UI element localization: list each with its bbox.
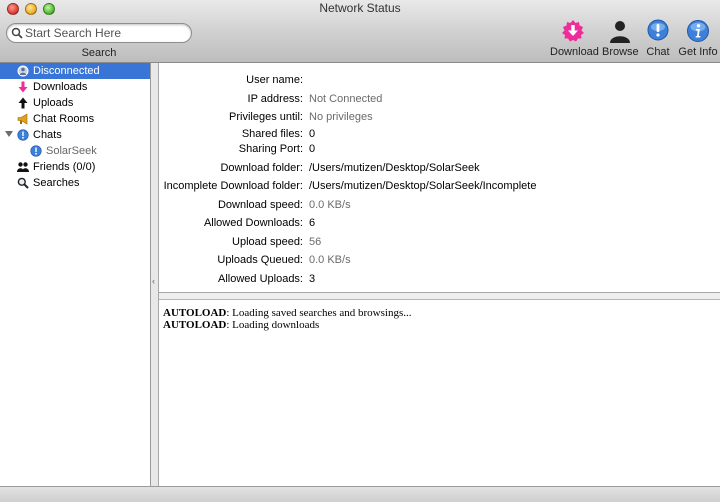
detail-label: Allowed Uploads: <box>218 273 303 285</box>
sidebar-item-friends[interactable]: Friends (0/0) <box>0 159 150 175</box>
sidebar-item-label: Downloads <box>33 81 88 93</box>
log-output: AUTOLOAD: Loading saved searches and bro… <box>159 300 720 486</box>
get-info-button-label: Get Info <box>678 46 718 58</box>
detail-row-download-folder: Download folder: /Users/mutizen/Desktop/… <box>159 162 720 176</box>
search-icon <box>11 27 23 39</box>
detail-value: 0 <box>309 128 316 140</box>
detail-label: Upload speed: <box>232 236 303 248</box>
detail-row-incomplete-folder: Incomplete Download folder: /Users/mutiz… <box>159 180 720 194</box>
detail-row-allowed-uploads: Allowed Uploads: 3 <box>159 273 720 287</box>
chat-bubble-icon <box>30 145 42 157</box>
detail-value: No privileges <box>309 111 373 123</box>
megaphone-icon <box>17 113 29 125</box>
detail-row-sharing-port: Sharing Port: 0 <box>159 143 720 157</box>
sidebar-item-label: SolarSeek <box>46 145 97 157</box>
sidebar-item-disconnected[interactable]: Disconnected <box>0 63 150 79</box>
download-icon <box>562 20 584 42</box>
log-line: AUTOLOAD: Loading downloads <box>163 319 716 331</box>
detail-row-privileges: Privileges until: No privileges <box>159 111 720 125</box>
info-icon <box>687 20 709 42</box>
detail-label: Download folder: <box>220 162 303 174</box>
window-toolbar: Network Status Search Download <box>0 0 720 63</box>
sidebar-item-downloads[interactable]: Downloads <box>0 79 150 95</box>
chat-icon <box>647 19 669 41</box>
sidebar-item-label: Searches <box>33 177 80 189</box>
sidebar-item-label: Disconnected <box>33 65 100 77</box>
detail-value: 0 <box>309 143 316 155</box>
sidebar-splitter[interactable] <box>151 63 159 486</box>
detail-row-ip-address: IP address: Not Connected <box>159 93 720 107</box>
sidebar-item-label: Chats <box>33 129 62 141</box>
search-field-group: Search <box>6 23 192 59</box>
magnifier-icon <box>17 177 29 189</box>
log-text: : Loading downloads <box>226 319 320 331</box>
detail-label: IP address: <box>247 93 303 105</box>
detail-value: 0.0 KB/s <box>309 199 351 211</box>
log-tag: AUTOLOAD <box>163 319 227 331</box>
sidebar-item-searches[interactable]: Searches <box>0 175 150 191</box>
log-line: AUTOLOAD: Loading saved searches and bro… <box>163 307 716 319</box>
toolbar-browse-button[interactable]: Browse <box>602 19 639 58</box>
detail-value: 0.0 KB/s <box>309 254 351 266</box>
browse-person-icon <box>610 21 630 43</box>
toolbar-get-info-button[interactable]: Get Info <box>678 19 718 58</box>
detail-value: 3 <box>309 273 316 285</box>
sidebar-item-chat-rooms[interactable]: Chat Rooms <box>0 111 150 127</box>
detail-value: 56 <box>309 236 322 248</box>
detail-label: Sharing Port: <box>238 143 303 155</box>
detail-label: Download speed: <box>217 199 303 211</box>
detail-label: User name: <box>246 74 303 86</box>
detail-label: Shared files: <box>241 128 303 140</box>
detail-value: /Users/mutizen/Desktop/SolarSeek/Incompl… <box>309 180 537 192</box>
sidebar-item-solarseek[interactable]: SolarSeek <box>0 143 150 159</box>
sidebar-item-label: Uploads <box>33 97 74 109</box>
detail-value: /Users/mutizen/Desktop/SolarSeek <box>309 162 480 174</box>
chevron-down-icon[interactable] <box>5 131 13 137</box>
chat-bubble-icon <box>17 129 29 141</box>
network-status-panel: User name: IP address: Not Connected Pri… <box>159 63 720 293</box>
chat-button-label: Chat <box>646 46 670 58</box>
browse-button-label: Browse <box>602 46 639 58</box>
sidebar-item-label: Friends (0/0) <box>33 161 96 173</box>
toolbar-download-button[interactable]: Download <box>550 19 599 58</box>
search-box[interactable] <box>6 23 192 43</box>
toolbar-chat-button[interactable]: Chat <box>644 19 672 58</box>
sidebar-item-chats[interactable]: Chats <box>0 127 150 143</box>
detail-row-download-speed: Download speed: 0.0 KB/s <box>159 199 720 213</box>
detail-row-upload-speed: Upload speed: 56 <box>159 236 720 250</box>
splitter-grip-icon[interactable]: ‹ <box>152 276 155 286</box>
detail-label: Allowed Downloads: <box>203 217 303 229</box>
window-title: Network Status <box>319 1 401 15</box>
detail-row-user-name: User name: <box>159 74 720 88</box>
download-arrow-icon <box>17 81 29 93</box>
detail-value: 6 <box>309 217 316 229</box>
detail-label: Uploads Queued: <box>217 254 303 266</box>
detail-row-shared-files: Shared files: 0 <box>159 128 720 142</box>
log-text: : Loading saved searches and browsings..… <box>226 307 412 319</box>
download-button-label: Download <box>550 46 599 58</box>
sidebar-item-label: Chat Rooms <box>33 113 95 125</box>
log-splitter[interactable] <box>159 293 720 300</box>
detail-value: Not Connected <box>309 93 383 105</box>
sidebar: Disconnected Downloads Uploads Chat Room… <box>0 63 151 486</box>
detail-label: Incomplete Download folder: <box>163 180 303 192</box>
log-tag: AUTOLOAD <box>163 307 227 319</box>
connection-status-icon <box>17 65 29 77</box>
upload-arrow-icon <box>17 97 29 109</box>
search-input[interactable] <box>25 26 185 40</box>
detail-row-allowed-downloads: Allowed Downloads: 6 <box>159 217 720 231</box>
search-caption: Search <box>81 47 117 59</box>
friends-icon <box>17 161 29 173</box>
window-status-bar <box>0 486 720 502</box>
detail-label: Privileges until: <box>229 111 303 123</box>
detail-row-uploads-queued: Uploads Queued: 0.0 KB/s <box>159 254 720 268</box>
sidebar-item-uploads[interactable]: Uploads <box>0 95 150 111</box>
